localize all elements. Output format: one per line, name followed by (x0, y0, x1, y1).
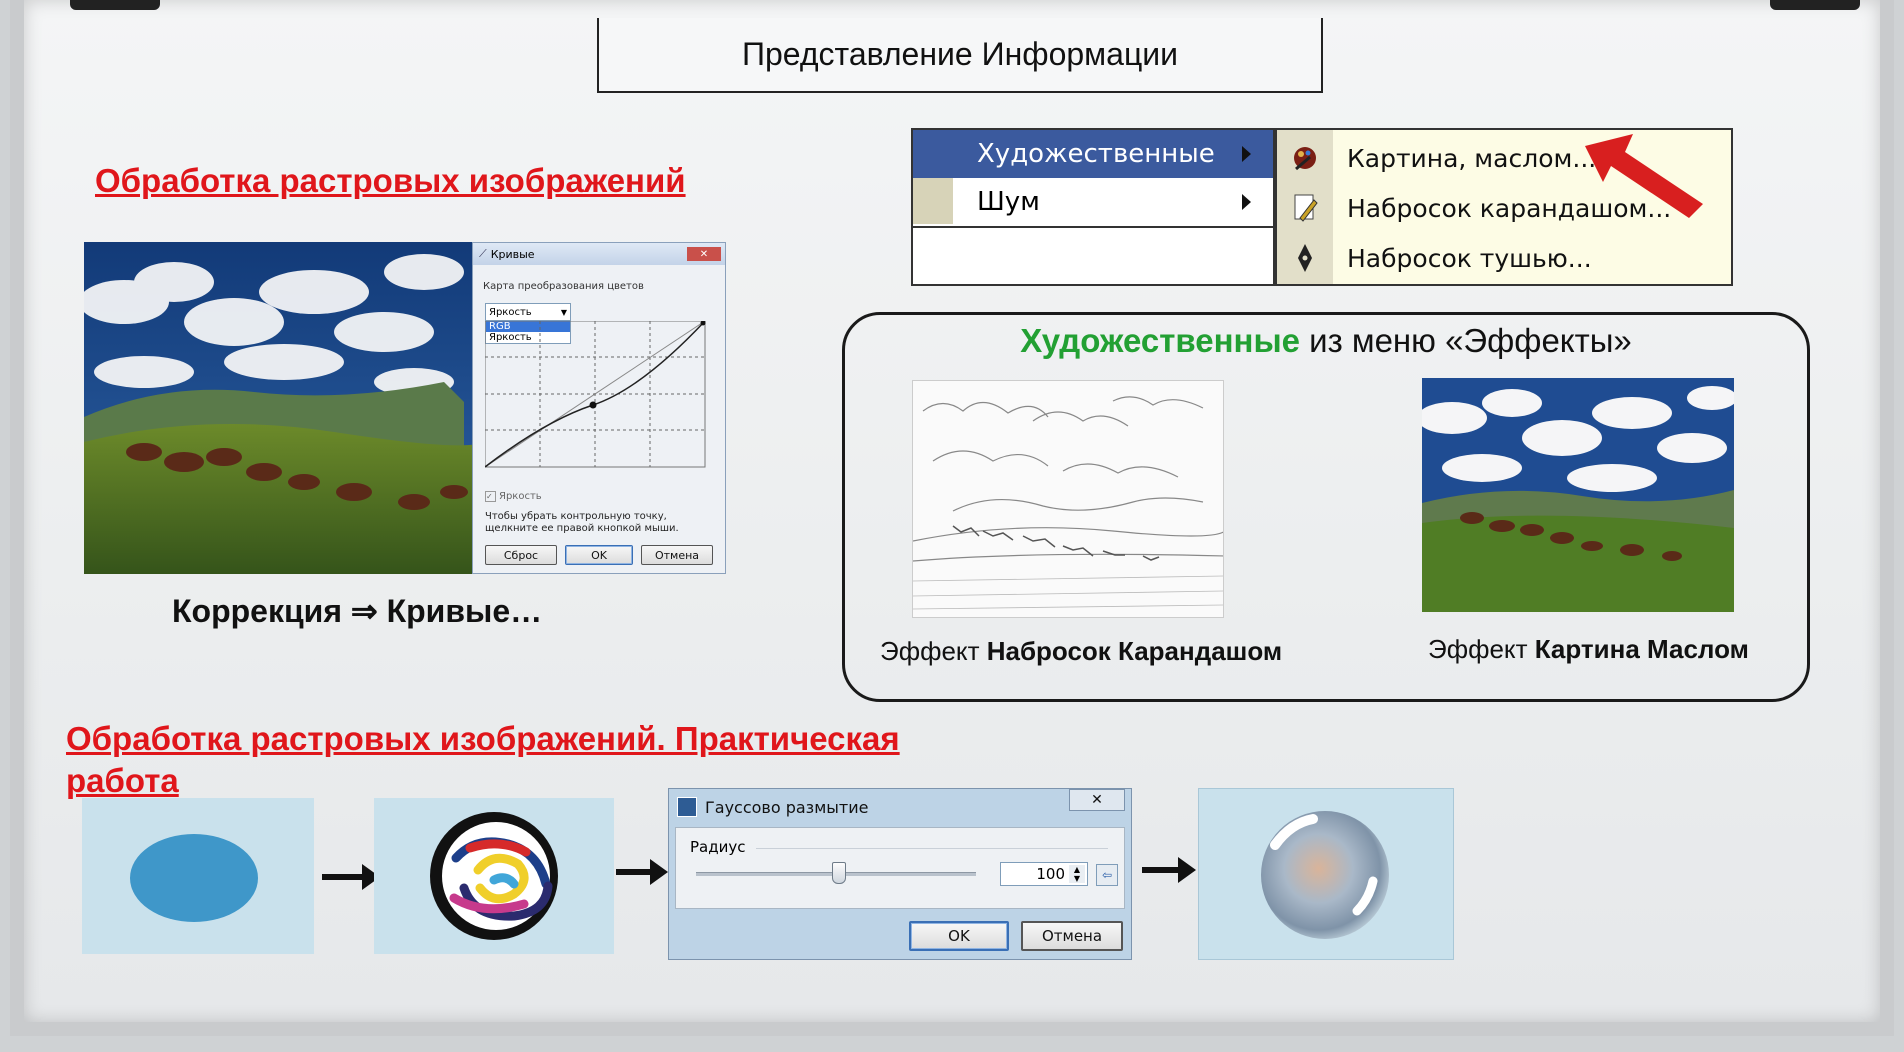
pencil-sketch-image (912, 380, 1224, 618)
curves-cancel-button[interactable]: Отмена (641, 545, 713, 565)
gauss-radius-value: 100 (1036, 865, 1065, 883)
curves-close-button[interactable]: ✕ (687, 247, 721, 261)
step-bubble-panel (1198, 788, 1454, 960)
submenu-item-oil-label: Картина, маслом... (1347, 143, 1597, 173)
step-ellipse-panel (82, 798, 314, 954)
reset-arrow-icon[interactable]: ⇦ (1096, 864, 1118, 886)
gauss-cancel-button[interactable]: Отмена (1021, 921, 1123, 951)
submenu-arrow-icon (1242, 194, 1251, 210)
gauss-ok-button[interactable]: OK (909, 921, 1009, 951)
gauss-title: Гауссово размытие (705, 797, 869, 817)
flow-arrow-icon (1142, 857, 1196, 883)
menu-item-noise[interactable]: Шум (913, 178, 1273, 226)
curves-example: ⟋ Кривые ✕ Карта преобразования цветов Я… (84, 242, 726, 574)
board-clip-right (1770, 0, 1860, 10)
artistic-effects-title: Художественные из меню «Эффекты» (842, 322, 1810, 360)
blue-ellipse-shape (130, 834, 258, 922)
heading-raster-processing: Обработка растровых изображений (95, 162, 686, 199)
chevron-down-icon: ▼ (560, 307, 567, 317)
oil-painting-drawing (1422, 378, 1734, 612)
curves-titlebar: ⟋ Кривые ✕ (473, 243, 725, 265)
oil-painting-image (1422, 378, 1734, 612)
slide-title: Представление Информации (597, 18, 1323, 93)
oil-caption-bold: Картина Маслом (1534, 634, 1749, 664)
curves-caption: Коррекция ⇒ Кривые… (172, 593, 543, 629)
gauss-close-button[interactable]: ✕ (1069, 789, 1125, 811)
effects-menu: Художественные Шум Картина, маслом... На… (911, 128, 1733, 286)
spinner-arrows-icon[interactable]: ▲ ▼ (1069, 865, 1085, 883)
palette-icon (1277, 143, 1333, 173)
gauss-radius-input[interactable]: 100 ▲ ▼ (1000, 862, 1088, 886)
oil-caption-prefix: Эффект (1428, 634, 1535, 664)
scribble-circle-shape (430, 812, 558, 940)
flow-arrow-icon (322, 864, 380, 890)
curves-map-label: Карта преобразования цветов (483, 281, 644, 292)
gauss-radius-label: Радиус (690, 838, 746, 856)
submenu-arrow-icon (1242, 146, 1251, 162)
submenu-item-ink-label: Набросок тушью... (1347, 243, 1592, 273)
pencil-icon (1277, 192, 1333, 224)
slide-title-text: Представление Информации (741, 36, 1179, 72)
menu-item-artistic[interactable]: Художественные (913, 130, 1273, 178)
curves-hint: Чтобы убрать контрольную точку, щелкните… (485, 511, 679, 534)
curves-dialog: ⟋ Кривые ✕ Карта преобразования цветов Я… (472, 242, 726, 574)
curves-graph[interactable] (485, 321, 707, 469)
glass-bubble-shape (1261, 811, 1389, 939)
board-clip-left (70, 0, 160, 10)
step-scribble-panel (374, 798, 614, 954)
curves-brightness-checkbox-row[interactable]: ✓ Яркость (485, 491, 542, 502)
oil-effect-caption: Эффект Картина Маслом (1428, 634, 1749, 665)
menu-divider (913, 226, 1273, 228)
submenu-item-oil-painting[interactable]: Картина, маслом... (1277, 134, 1596, 182)
menu-item-noise-label: Шум (977, 187, 1040, 217)
flow-arrow-icon (616, 859, 668, 885)
pencil-caption-bold: Набросок Карандашом (986, 636, 1283, 666)
red-pointer-arrow-icon (1585, 134, 1703, 218)
menu-item-artistic-label: Художественные (977, 139, 1215, 169)
gauss-group-line (756, 848, 1108, 849)
curves-ok-button[interactable]: OK (565, 545, 633, 565)
submenu-item-ink-sketch[interactable]: Набросок тушью... (1277, 234, 1592, 282)
curves-channel-select[interactable]: Яркость ▼ (485, 303, 571, 321)
gauss-content: Радиус 100 ▲ ▼ ⇦ (675, 827, 1125, 909)
gauss-app-icon (677, 797, 697, 817)
pencil-sketch-drawing (913, 396, 1223, 610)
ink-pen-icon (1277, 242, 1333, 274)
effects-menu-left: Художественные Шум (911, 128, 1275, 286)
gauss-slider-thumb[interactable] (832, 862, 846, 884)
checkbox-icon[interactable]: ✓ (485, 491, 496, 502)
curves-select-value: Яркость (489, 306, 532, 318)
curves-title: Кривые (490, 247, 535, 261)
curves-app-icon: ⟋ (479, 247, 487, 260)
curves-reset-button[interactable]: Сброс (485, 545, 557, 565)
heading-practical-line1: Обработка растровых изображений. Практич… (66, 720, 900, 757)
curves-checkbox-label: Яркость (499, 491, 542, 502)
artistic-title-rest: из меню «Эффекты» (1299, 322, 1632, 359)
artistic-word: Художественные (1020, 322, 1300, 359)
gaussian-blur-dialog: Гауссово размытие ✕ Радиус 100 ▲ ▼ ⇦ OK О… (668, 788, 1132, 960)
pencil-caption-prefix: Эффект (880, 636, 987, 666)
pencil-effect-caption: Эффект Набросок Карандашом (880, 636, 1282, 667)
gauss-titlebar: Гауссово размытие ✕ (669, 789, 1131, 825)
